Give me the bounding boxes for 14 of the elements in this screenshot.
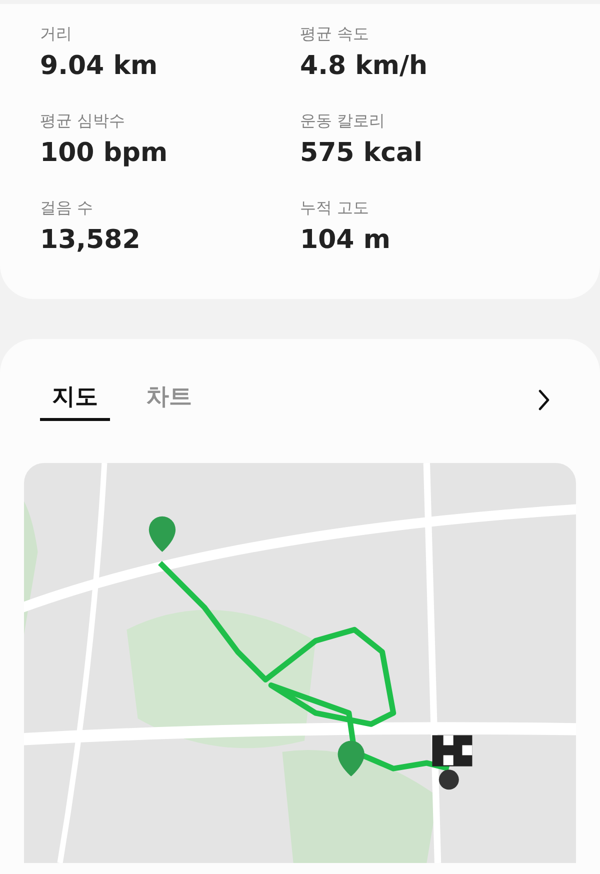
stat-value: 100 bpm [40,138,169,168]
stat-label: 운동 칼로리 [300,111,386,132]
tab[interactable]: 지도 [40,379,110,421]
stat-label: 평균 심박수 [40,111,126,132]
stat-label: 평균 속도 [300,24,370,45]
stat-label: 걸음 수 [40,198,94,219]
stat-value: 13,582 [40,225,142,255]
stat-value: 575 kcal [300,138,424,168]
stat-value: 9.04 km [40,51,159,81]
stat-value: 104 m [300,225,392,255]
stat-label: 거리 [40,24,73,45]
stat-label: 누적 고도 [300,198,370,219]
stat-value: 4.8 km/h [300,51,428,81]
chevron-right-icon[interactable] [536,388,552,412]
